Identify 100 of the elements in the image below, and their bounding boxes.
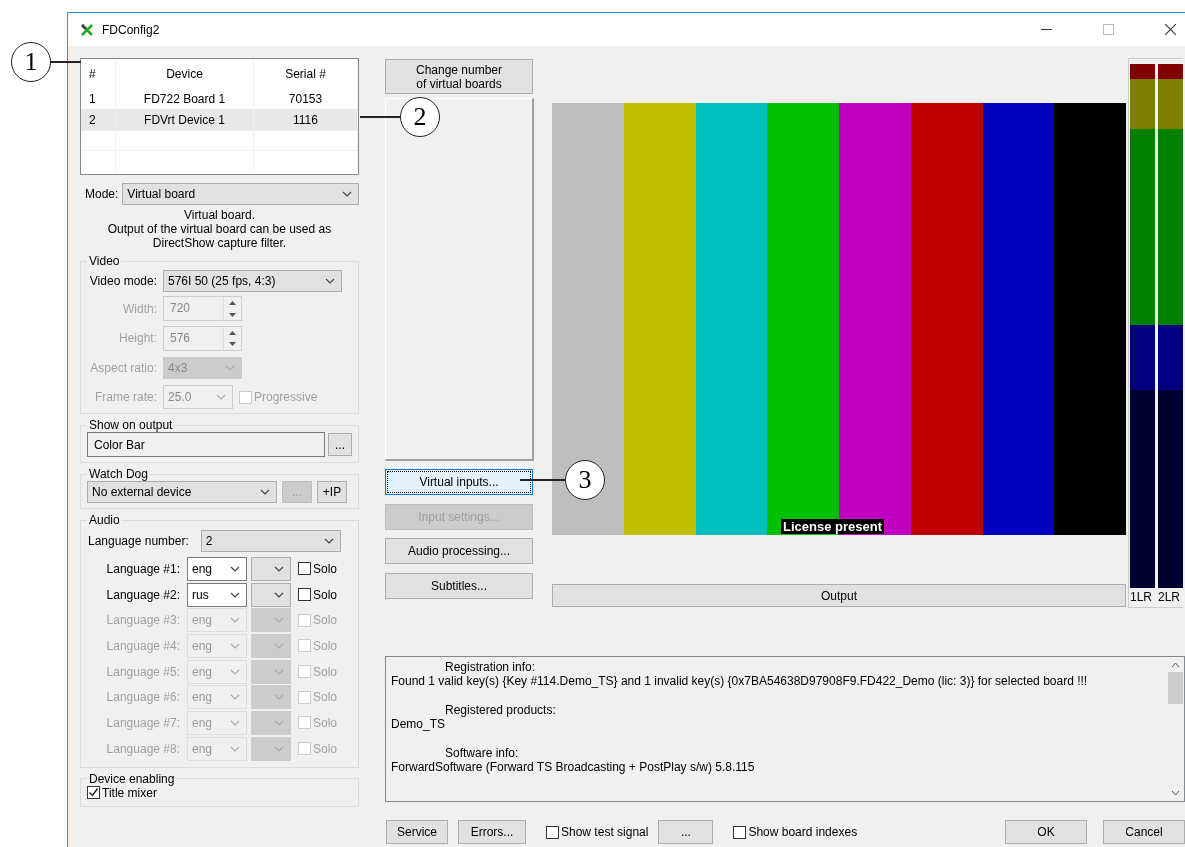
track-dropdown[interactable] [251, 582, 291, 607]
window-title: FDConfig2 [102, 22, 160, 37]
field-label: Aspect ratio: [89, 360, 157, 375]
track-dropdown[interactable] [251, 710, 291, 735]
track-dropdown[interactable] [251, 608, 291, 633]
checkbox-label: Solo [313, 638, 338, 653]
field-label: Language #3: [105, 613, 181, 628]
checkbox-label: Solo [313, 690, 338, 705]
field-label: Frame rate: [94, 390, 157, 405]
maximize-icon[interactable] [1103, 24, 1114, 35]
checkbox[interactable] [546, 825, 559, 839]
close-icon[interactable] [1165, 24, 1176, 35]
column-header[interactable]: Device [116, 59, 254, 88]
checkbox[interactable] [733, 825, 747, 839]
mode-description: Virtual board. Output of the virtual board can be used as DirectShow capture filter. [106, 208, 333, 250]
table-cell: 1116 [254, 109, 358, 130]
chevron-down-icon [274, 591, 284, 598]
output-button[interactable]: Output [552, 584, 1126, 607]
checkbox-label: Solo [313, 587, 338, 602]
group-title: Device enabling [88, 771, 176, 786]
chevron-down-icon [274, 719, 284, 726]
footer-button[interactable]: Service [386, 820, 448, 844]
language-dropdown[interactable]: rus [187, 582, 247, 607]
field-label: Height: [117, 331, 157, 346]
chevron-down-icon [225, 364, 235, 371]
leader-line [520, 479, 565, 481]
browse-button[interactable]: ... [328, 433, 352, 456]
column-header[interactable]: Serial # [254, 59, 358, 88]
checkbox-label: Solo [313, 715, 338, 730]
log-line: Demo_TS [391, 717, 447, 732]
mode-dropdown[interactable]: Virtual board [122, 183, 359, 205]
chevron-down-icon [274, 668, 284, 675]
checkbox[interactable] [298, 588, 311, 602]
field-label: Language #7: [105, 715, 181, 730]
log-line: ForwardSoftware (Forward TS Broadcasting + PostPlay s/w) 5.8.115 [391, 760, 756, 775]
side-button[interactable]: Virtual inputs... [385, 469, 533, 495]
source-field[interactable]: Color Bar [87, 432, 325, 457]
checkbox-label: Show test signal [561, 825, 649, 839]
watchdog-button[interactable]: +IP [317, 481, 347, 503]
field-label: Language #2: [105, 587, 181, 602]
track-dropdown[interactable] [251, 736, 291, 761]
log-heading: Software info: [444, 745, 520, 761]
leader-line [360, 116, 400, 118]
footer-button[interactable]: OK [1005, 820, 1087, 844]
scroll-up-icon[interactable] [1171, 662, 1180, 668]
mode-label: Mode: [85, 187, 119, 201]
log-heading: Registered products: [444, 702, 557, 718]
language-number-dropdown[interactable]: 2 [200, 530, 341, 552]
checkbox-label: Solo [313, 664, 338, 679]
checkbox[interactable] [87, 786, 100, 799]
column-header[interactable]: # [81, 59, 116, 88]
checkbox-label: Title mixer [102, 785, 157, 800]
track-dropdown[interactable] [251, 556, 291, 581]
chevron-down-icon [230, 565, 240, 572]
leader-line [51, 61, 81, 63]
field-label: Width: [122, 301, 157, 316]
chevron-down-icon [342, 191, 352, 197]
chevron-down-icon [230, 745, 240, 752]
table-row[interactable]: 2 FDVrt Device 1 1116 [81, 109, 358, 130]
field-label: Language #1: [105, 561, 181, 576]
group-title: Audio [88, 513, 121, 527]
chevron-down-icon [323, 538, 334, 544]
checkbox-label: Solo [313, 741, 338, 756]
track-dropdown[interactable] [251, 633, 291, 658]
group-title: Show on output [88, 418, 174, 432]
side-button[interactable]: Audio processing... [385, 538, 533, 564]
chevron-down-icon [325, 278, 335, 284]
watchdog-dropdown[interactable]: No external device [87, 481, 277, 503]
chevron-down-icon [230, 694, 240, 701]
video-mode-dropdown[interactable]: 576I 50 (25 fps, 4:3) [163, 270, 342, 292]
chevron-down-icon [274, 745, 284, 752]
footer-button[interactable]: Cancel [1103, 820, 1185, 844]
language-dropdown[interactable]: eng [187, 556, 247, 581]
chevron-down-icon [230, 642, 240, 649]
scroll-down-icon[interactable] [1171, 790, 1180, 796]
group-title: Video [88, 254, 121, 268]
field-label: Video mode: [88, 274, 157, 288]
table-cell: FDVrt Device 1 [116, 109, 254, 130]
license-caption: License present [781, 519, 884, 534]
track-dropdown[interactable] [251, 685, 291, 710]
side-button[interactable]: Subtitles... [385, 572, 533, 599]
footer-button[interactable]: Errors... [458, 820, 526, 844]
log-heading: Registration info: [444, 660, 537, 675]
chevron-down-icon [274, 694, 284, 701]
chevron-down-icon [274, 642, 284, 649]
field-label: Language #4: [105, 638, 181, 653]
change-boards-button[interactable]: Change number of virtual boards [385, 59, 533, 94]
checkbox-label: Solo [313, 561, 338, 576]
track-dropdown[interactable] [251, 659, 291, 684]
field-label: Language #5: [105, 664, 181, 679]
chevron-down-icon [274, 565, 284, 572]
checkbox[interactable] [298, 562, 311, 576]
meter-label: 2LR [1158, 590, 1181, 604]
chevron-down-icon [274, 617, 284, 624]
scroll-thumb[interactable] [1168, 672, 1183, 704]
chevron-down-icon [230, 719, 240, 726]
group-title: Watch Dog [88, 467, 149, 481]
log-line: Found 1 valid key(s) {Key #114.Demo_TS} and 1 invalid key(s) {0x7BA54638D97908F9.FD422_Demo (lic: 3)} for selected board !!! [391, 674, 1089, 689]
checkbox-label: Solo [313, 613, 338, 628]
footer-button[interactable]: ... [658, 820, 714, 844]
